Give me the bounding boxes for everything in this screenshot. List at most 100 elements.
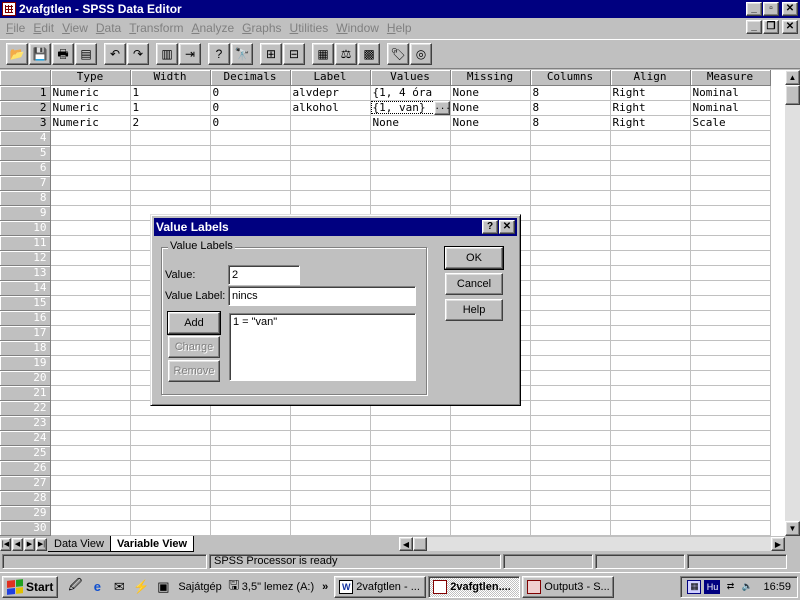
cell-label[interactable] bbox=[290, 175, 371, 191]
cell-missing[interactable] bbox=[450, 460, 531, 476]
column-header-measure[interactable]: Measure bbox=[690, 70, 771, 86]
cell-missing[interactable] bbox=[450, 145, 531, 161]
cell-values[interactable] bbox=[370, 460, 451, 476]
cell-columns[interactable] bbox=[530, 250, 611, 266]
cell-measure[interactable] bbox=[690, 355, 771, 371]
cell-columns[interactable] bbox=[530, 400, 611, 416]
cell-missing[interactable] bbox=[450, 505, 531, 521]
add-button[interactable]: Add bbox=[167, 311, 221, 335]
cell-width[interactable] bbox=[130, 130, 211, 146]
cell-align[interactable] bbox=[610, 220, 691, 236]
cell-type[interactable] bbox=[50, 295, 131, 311]
cell-type[interactable] bbox=[50, 220, 131, 236]
cell-align[interactable] bbox=[610, 340, 691, 356]
cell-align[interactable] bbox=[610, 280, 691, 296]
cell-width[interactable]: 1 bbox=[130, 85, 211, 101]
cell-width[interactable] bbox=[130, 430, 211, 446]
cell-width[interactable] bbox=[130, 175, 211, 191]
cell-missing[interactable] bbox=[450, 430, 531, 446]
cell-missing[interactable] bbox=[450, 175, 531, 191]
cell-measure[interactable] bbox=[690, 145, 771, 161]
horizontal-scroll-thumb[interactable] bbox=[413, 537, 427, 551]
column-header-missing[interactable]: Missing bbox=[450, 70, 531, 86]
scroll-up-button[interactable]: ▲ bbox=[785, 70, 800, 85]
cell-columns[interactable] bbox=[530, 370, 611, 386]
row-number[interactable]: 29 bbox=[0, 505, 51, 521]
cell-columns[interactable] bbox=[530, 220, 611, 236]
change-button[interactable]: Change bbox=[168, 336, 220, 358]
menu-view[interactable]: View bbox=[58, 21, 92, 35]
tab-first-icon[interactable]: |◀ bbox=[0, 537, 11, 551]
cell-type[interactable] bbox=[50, 340, 131, 356]
row-number[interactable]: 3 bbox=[0, 115, 51, 131]
cell-align[interactable] bbox=[610, 265, 691, 281]
cell-measure[interactable] bbox=[690, 475, 771, 491]
cell-type[interactable] bbox=[50, 175, 131, 191]
cell-label[interactable] bbox=[290, 130, 371, 146]
cell-type[interactable] bbox=[50, 370, 131, 386]
list-item[interactable]: 1 = "van" bbox=[233, 316, 412, 328]
cell-align[interactable] bbox=[610, 520, 691, 536]
cell-values[interactable] bbox=[370, 145, 451, 161]
menu-window[interactable]: Window bbox=[332, 21, 383, 35]
cell-type[interactable] bbox=[50, 445, 131, 461]
row-number[interactable]: 14 bbox=[0, 280, 51, 296]
cell-align[interactable] bbox=[610, 205, 691, 221]
cell-columns[interactable]: 8 bbox=[530, 100, 611, 116]
use-sets-button[interactable]: ◎ bbox=[410, 43, 432, 65]
cell-missing[interactable] bbox=[450, 415, 531, 431]
menu-analyze[interactable]: Analyze bbox=[187, 21, 238, 35]
cell-type[interactable] bbox=[50, 280, 131, 296]
cell-values[interactable] bbox=[370, 430, 451, 446]
row-number[interactable]: 21 bbox=[0, 385, 51, 401]
row-number[interactable]: 25 bbox=[0, 445, 51, 461]
cell-width[interactable] bbox=[130, 445, 211, 461]
cell-type[interactable] bbox=[50, 385, 131, 401]
cell-align[interactable] bbox=[610, 400, 691, 416]
cell-type[interactable] bbox=[50, 430, 131, 446]
row-number[interactable]: 24 bbox=[0, 430, 51, 446]
row-number[interactable]: 4 bbox=[0, 130, 51, 146]
cell-missing[interactable] bbox=[450, 520, 531, 536]
start-button[interactable]: Start bbox=[2, 575, 59, 598]
cell-columns[interactable] bbox=[530, 160, 611, 176]
cell-measure[interactable] bbox=[690, 295, 771, 311]
cell-type[interactable] bbox=[50, 250, 131, 266]
cell-measure[interactable] bbox=[690, 235, 771, 251]
row-number[interactable]: 15 bbox=[0, 295, 51, 311]
cell-columns[interactable] bbox=[530, 340, 611, 356]
row-number[interactable]: 5 bbox=[0, 145, 51, 161]
weight-cases-button[interactable]: ⚖ bbox=[335, 43, 357, 65]
find-button[interactable]: 🔭 bbox=[231, 43, 253, 65]
cell-measure[interactable] bbox=[690, 520, 771, 536]
cell-type[interactable] bbox=[50, 520, 131, 536]
cell-columns[interactable]: 8 bbox=[530, 115, 611, 131]
horizontal-scrollbar[interactable]: ◀ ▶ bbox=[399, 537, 785, 551]
cell-missing[interactable]: None bbox=[450, 115, 531, 131]
row-number[interactable]: 8 bbox=[0, 190, 51, 206]
cell-decimals[interactable]: 0 bbox=[210, 100, 291, 116]
cell-label[interactable] bbox=[290, 190, 371, 206]
dialog-help-icon[interactable]: ? bbox=[482, 220, 498, 234]
cell-type[interactable]: Numeric bbox=[50, 85, 131, 101]
cell-type[interactable] bbox=[50, 235, 131, 251]
cell-align[interactable] bbox=[610, 355, 691, 371]
cell-align[interactable] bbox=[610, 250, 691, 266]
cell-missing[interactable] bbox=[450, 475, 531, 491]
cell-width[interactable]: 1 bbox=[130, 100, 211, 116]
cell-decimals[interactable] bbox=[210, 460, 291, 476]
cell-align[interactable] bbox=[610, 505, 691, 521]
cell-decimals[interactable]: 0 bbox=[210, 85, 291, 101]
cell-decimals[interactable] bbox=[210, 475, 291, 491]
cell-decimals[interactable] bbox=[210, 445, 291, 461]
value-label-input[interactable]: nincs bbox=[228, 286, 416, 306]
cell-columns[interactable] bbox=[530, 445, 611, 461]
my-computer-label[interactable]: Sajátgép bbox=[178, 581, 221, 593]
cell-type[interactable] bbox=[50, 130, 131, 146]
cell-measure[interactable] bbox=[690, 370, 771, 386]
cell-width[interactable]: 2 bbox=[130, 115, 211, 131]
cell-width[interactable] bbox=[130, 505, 211, 521]
cell-align[interactable] bbox=[610, 130, 691, 146]
value-input[interactable]: 2 bbox=[228, 265, 300, 285]
print-button[interactable]: 🖶 bbox=[52, 43, 74, 65]
